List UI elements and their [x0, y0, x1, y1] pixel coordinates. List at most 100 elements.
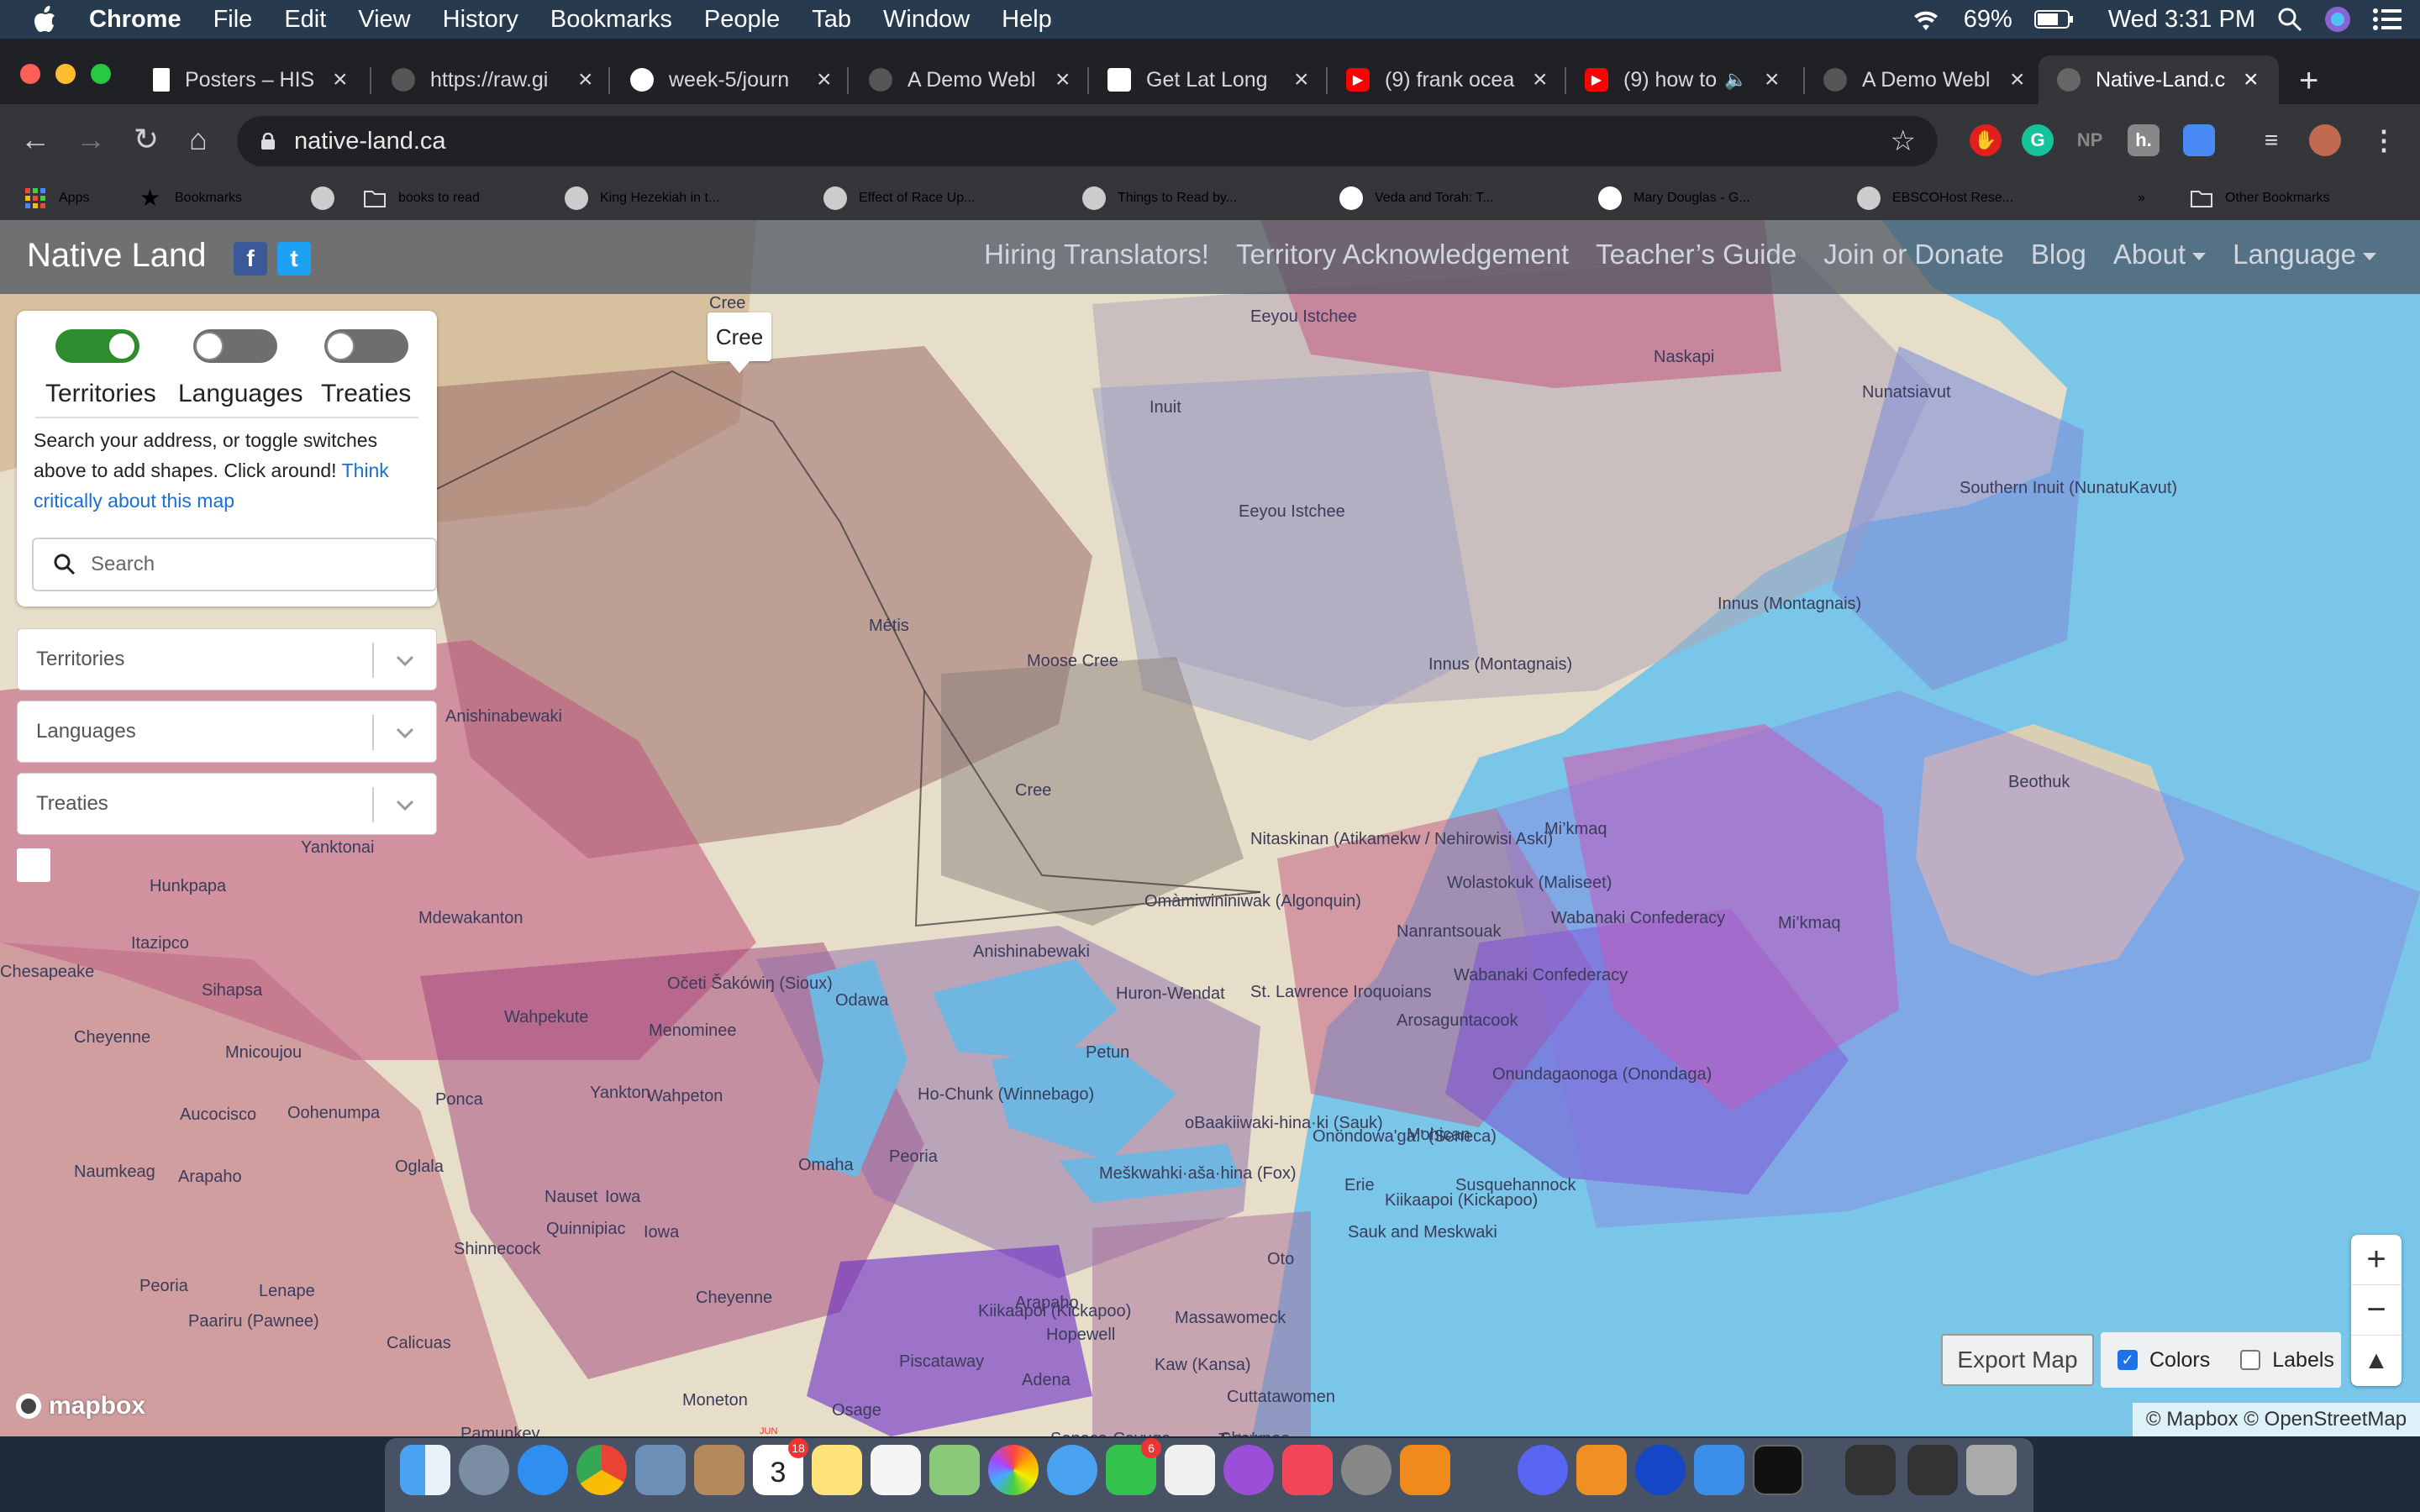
bookmark-folder[interactable]: books to read [363, 181, 480, 215]
facebook-icon[interactable]: f [234, 242, 267, 276]
books-icon[interactable] [1400, 1445, 1450, 1495]
bookmark-item[interactable]: Things to Read by... [1082, 181, 1237, 215]
adblock-extension-icon[interactable]: ✋ [1970, 124, 2002, 156]
media-control-icon[interactable]: ≡ [2255, 124, 2287, 156]
audacity-icon[interactable] [1635, 1445, 1686, 1495]
close-tab-icon[interactable]: × [1294, 66, 1316, 94]
map-attribution[interactable]: © Mapbox © OpenStreetMap [2133, 1403, 2420, 1436]
export-map-button[interactable]: Export Map [1941, 1334, 2094, 1386]
bookmark-item[interactable]: King Hezekiah in t... [565, 181, 719, 215]
compass-north-icon[interactable]: ▲ [2351, 1336, 2402, 1386]
close-window-button[interactable] [20, 64, 40, 84]
browser-tab[interactable]: week-5/journ × [612, 55, 847, 104]
terminal-icon[interactable] [1753, 1445, 1803, 1495]
territories-toggle[interactable] [55, 329, 139, 363]
nav-join-or-donate[interactable]: Join or Donate [1823, 239, 2004, 270]
menu-tab[interactable]: Tab [812, 6, 851, 34]
discord-icon[interactable] [1518, 1445, 1568, 1495]
system-preferences-icon[interactable] [1341, 1445, 1392, 1495]
nav-territory-acknowledgement[interactable]: Territory Acknowledgement [1236, 239, 1569, 270]
address-bar[interactable]: native-land.ca ☆ [237, 116, 1938, 166]
reminders-icon[interactable] [871, 1445, 921, 1495]
new-tab-button[interactable]: + [2299, 62, 2318, 100]
menu-app-name[interactable]: Chrome [89, 6, 182, 34]
menu-bookmarks[interactable]: Bookmarks [550, 6, 672, 34]
menu-view[interactable]: View [358, 6, 410, 34]
sublime-text-icon[interactable] [1576, 1445, 1627, 1495]
battery-icon[interactable] [2033, 8, 2075, 30]
maps-icon[interactable] [929, 1445, 980, 1495]
launchpad-icon[interactable] [459, 1445, 509, 1495]
site-brand[interactable]: Native Land [27, 237, 206, 275]
podcasts-icon[interactable] [1223, 1445, 1274, 1495]
notification-center-icon[interactable] [2373, 8, 2402, 31]
safari-icon[interactable] [518, 1445, 568, 1495]
reload-button[interactable]: ↻ [124, 118, 168, 161]
nav-blog[interactable]: Blog [2031, 239, 2086, 270]
music-icon[interactable] [1282, 1445, 1333, 1495]
browser-tab[interactable]: Get Lat Long × [1089, 55, 1328, 104]
bookmark-item[interactable]: Mary Douglas - G... [1598, 181, 1750, 215]
menu-window[interactable]: Window [883, 6, 970, 34]
other-bookmarks-folder[interactable]: Other Bookmarks [2190, 181, 2329, 215]
photos-icon[interactable] [988, 1445, 1039, 1495]
browser-tab[interactable]: A Demo Webl × [1805, 55, 2037, 104]
languages-toggle[interactable] [193, 329, 277, 363]
home-button[interactable]: ⌂ [176, 118, 220, 161]
nav-hiring-translators[interactable]: Hiring Translators! [984, 239, 1209, 270]
browser-tab[interactable]: ▶ (9) how to 🔈 × [1566, 55, 1805, 104]
zoom-in-button[interactable]: + [2351, 1235, 2402, 1285]
calendar-icon[interactable]: 3 JUN 18 [753, 1426, 808, 1495]
close-tab-icon[interactable]: × [578, 66, 600, 94]
languages-select[interactable]: Languages [17, 701, 437, 763]
close-tab-icon[interactable]: × [1533, 66, 1555, 94]
apple-logo-icon[interactable] [32, 5, 57, 34]
twitter-icon[interactable]: t [277, 242, 311, 276]
close-tab-icon[interactable]: × [817, 66, 839, 94]
siri-icon[interactable] [2324, 6, 2351, 33]
back-button[interactable]: ← [13, 118, 57, 161]
menu-history[interactable]: History [443, 6, 518, 34]
close-tab-icon[interactable]: × [1055, 66, 1077, 94]
colors-checkbox[interactable]: ✓ [2118, 1350, 2138, 1370]
territory-popup[interactable]: Cree [708, 312, 771, 373]
browser-tab-active[interactable]: Native-Land.c × [2039, 55, 2279, 104]
menu-people[interactable]: People [704, 6, 780, 34]
bookmark-item[interactable]: Veda and Torah: T... [1339, 181, 1494, 215]
nav-teachers-guide[interactable]: Teacher’s Guide [1596, 239, 1797, 270]
minimize-window-button[interactable] [55, 64, 76, 84]
browser-tab[interactable]: https://raw.gi × [373, 55, 608, 104]
treaties-toggle[interactable] [324, 329, 408, 363]
grammarly-extension-icon[interactable]: G [2022, 124, 2054, 156]
zoom-out-button[interactable]: − [2351, 1285, 2402, 1336]
activity-monitor-icon[interactable] [1694, 1445, 1744, 1495]
trash-icon[interactable] [1966, 1445, 2017, 1495]
chrome-window-thumbnail[interactable] [1845, 1445, 1896, 1495]
preview-icon[interactable] [635, 1445, 686, 1495]
notes-icon[interactable] [812, 1445, 862, 1495]
chrome-menu-icon[interactable]: ⋮ [2368, 124, 2400, 156]
chrome-window-thumbnail[interactable] [1907, 1445, 1958, 1495]
close-tab-icon[interactable]: × [2010, 66, 2032, 94]
mapbox-logo[interactable]: mapbox [13, 1391, 145, 1421]
address-search-box[interactable]: Search [32, 538, 437, 591]
menubar-clock[interactable]: Wed 3:31 PM [2108, 6, 2255, 34]
nav-language-dropdown[interactable]: Language [2233, 239, 2376, 270]
territories-select[interactable]: Territories [17, 628, 437, 690]
news-icon[interactable] [1165, 1445, 1215, 1495]
menu-help[interactable]: Help [1002, 6, 1052, 34]
facetime-icon[interactable]: 6 [1106, 1438, 1161, 1495]
np-extension-icon[interactable]: NP [2074, 124, 2106, 156]
browser-tab[interactable]: Posters – HIS × [134, 55, 360, 104]
address-url[interactable]: native-land.ca [294, 128, 446, 155]
hypothesis-extension-icon[interactable]: h. [2128, 124, 2160, 156]
browser-tab[interactable]: ▶ (9) frank ocea × [1328, 55, 1566, 104]
menu-edit[interactable]: Edit [284, 6, 326, 34]
finder-icon[interactable] [400, 1445, 450, 1495]
speaker-icon[interactable]: 🔈 [1724, 69, 1758, 91]
docs-extension-icon[interactable] [2183, 124, 2215, 156]
color-legend-swatch[interactable] [17, 848, 50, 882]
profile-avatar[interactable] [2309, 124, 2341, 156]
spotlight-search-icon[interactable] [2277, 7, 2302, 32]
close-tab-icon[interactable]: × [333, 66, 355, 94]
